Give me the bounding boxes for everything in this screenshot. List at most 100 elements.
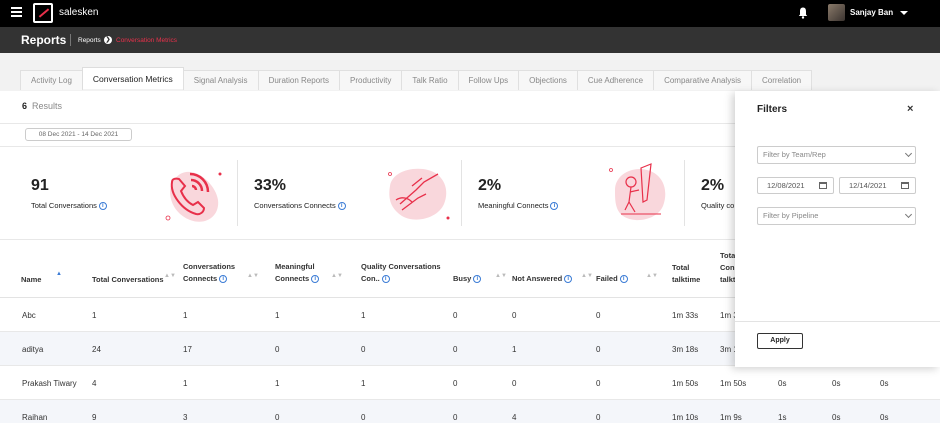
notification-bell-icon[interactable] <box>798 7 808 19</box>
metric-value: 91 <box>31 177 49 194</box>
cell-quality-conversations: 1 <box>361 311 366 320</box>
tab-signal-analysis[interactable]: Signal Analysis <box>182 70 259 90</box>
cell-busy: 0 <box>453 345 458 354</box>
metric-value: 2% <box>701 177 725 194</box>
cell-total-conversations: 4 <box>92 379 97 388</box>
col-header-not-answered[interactable]: Not Answered i <box>512 273 573 285</box>
sort-icon[interactable]: ▲▼ <box>247 273 259 279</box>
chevron-down-icon <box>904 210 913 219</box>
cell-failed: 0 <box>596 345 601 354</box>
cell-quality-conversations: 1 <box>361 379 366 388</box>
cell-not-answered: 4 <box>512 413 517 422</box>
cell-total-conversations: 24 <box>92 345 101 354</box>
sort-icon[interactable]: ▲▼ <box>646 273 658 279</box>
breadcrumb-reports[interactable]: Reports <box>78 37 101 44</box>
cell-not-answered: 0 <box>512 379 517 388</box>
cell-connects-talktime: 1m 50s <box>720 379 747 388</box>
tab-productivity[interactable]: Productivity <box>339 70 403 90</box>
user-name[interactable]: Sanjay Ban <box>850 8 893 17</box>
cell-failed: 0 <box>596 379 601 388</box>
cell-conversations-connects: 17 <box>183 345 192 354</box>
filters-title: Filters <box>757 104 788 115</box>
chevron-down-icon[interactable] <box>900 11 908 15</box>
sort-icon[interactable]: ▲▼ <box>581 273 593 279</box>
top-navbar: salesken Sanjay Ban <box>0 0 940 27</box>
cell-total-talktime: 1m 33s <box>672 311 699 320</box>
sort-icon[interactable]: ▲▼ <box>495 273 507 279</box>
col-header-failed[interactable]: Failed i <box>596 273 628 285</box>
info-icon[interactable]: i <box>311 275 320 284</box>
filters-panel: Filters × Filter by Team/Rep 12/08/2021 … <box>735 91 940 367</box>
info-icon[interactable]: i <box>98 202 107 211</box>
date-to-input[interactable]: 12/14/2021 <box>839 177 916 194</box>
tab-duration-reports[interactable]: Duration Reports <box>257 70 341 90</box>
cell-name[interactable]: Abc <box>22 311 36 320</box>
cell-total-talktime: 1m 10s <box>672 413 699 422</box>
col-header-quality-conversations[interactable]: Quality Conversations Con.. i <box>361 261 441 285</box>
cell-extra-1: 0s <box>778 379 787 388</box>
col-header-total-conversations[interactable]: Total Conversations <box>92 274 164 286</box>
table-row[interactable]: Prakash Tiwary 4 1 1 1 0 0 0 1m 50s 1m 5… <box>0 366 940 400</box>
cell-meaningful-connects: 0 <box>275 345 280 354</box>
tab-talk-ratio[interactable]: Talk Ratio <box>401 70 459 90</box>
cell-meaningful-connects: 1 <box>275 311 280 320</box>
date-from-input[interactable]: 12/08/2021 <box>757 177 834 194</box>
cell-name[interactable]: Prakash Tiwary <box>22 379 77 388</box>
header-divider <box>70 34 71 46</box>
cell-total-conversations: 9 <box>92 413 97 422</box>
team-rep-select[interactable]: Filter by Team/Rep <box>757 146 916 164</box>
cell-name[interactable]: aditya <box>22 345 43 354</box>
chevron-down-icon <box>904 149 913 158</box>
tab-objections[interactable]: Objections <box>518 70 578 90</box>
cell-meaningful-connects: 1 <box>275 379 280 388</box>
cell-busy: 0 <box>453 379 458 388</box>
apply-button[interactable]: Apply <box>757 333 803 349</box>
cell-busy: 0 <box>453 413 458 422</box>
cell-conversations-connects: 3 <box>183 413 188 422</box>
tab-comparative-analysis[interactable]: Comparative Analysis <box>653 70 752 90</box>
close-icon[interactable]: × <box>907 103 913 115</box>
cell-quality-conversations: 0 <box>361 345 366 354</box>
info-icon[interactable]: i <box>381 275 390 284</box>
tab-conversation-metrics[interactable]: Conversation Metrics <box>81 67 184 89</box>
cell-extra-2: 0s <box>832 379 841 388</box>
info-icon[interactable]: i <box>473 275 482 284</box>
divider <box>0 239 735 240</box>
metric-value: 2% <box>478 177 502 194</box>
info-icon[interactable]: i <box>619 275 628 284</box>
info-icon[interactable]: i <box>550 202 559 211</box>
pencil-drawing-illustration <box>609 163 666 221</box>
info-icon[interactable]: i <box>564 275 573 284</box>
cell-name[interactable]: Raihan <box>22 413 47 422</box>
col-header-total-talktime[interactable]: Total talktime <box>672 262 700 286</box>
metric-label: Conversations Connects i <box>254 201 346 211</box>
sort-icon[interactable]: ▲▼ <box>331 273 343 279</box>
info-icon[interactable]: i <box>219 275 228 284</box>
info-icon[interactable]: i <box>337 202 346 211</box>
pipeline-select[interactable]: Filter by Pipeline <box>757 207 916 225</box>
menu-icon[interactable] <box>11 7 22 17</box>
report-tabs: Activity Log Conversation Metrics Signal… <box>20 67 813 91</box>
col-header-name[interactable]: Name <box>21 274 41 286</box>
avatar[interactable] <box>828 4 845 21</box>
metric-divider <box>237 160 238 226</box>
tab-activity-log[interactable]: Activity Log <box>20 70 83 90</box>
table-row[interactable]: Raihan 9 3 0 0 0 4 0 1m 10s 1m 9s 1s 0s … <box>0 400 940 423</box>
col-header-busy[interactable]: Busy i <box>453 273 482 285</box>
calendar-icon[interactable] <box>901 182 909 189</box>
sort-icon[interactable]: ▲▼ <box>164 273 176 279</box>
date-to-value: 12/14/2021 <box>849 181 887 190</box>
date-range-chip[interactable]: 08 Dec 2021 - 14 Dec 2021 <box>25 128 132 141</box>
col-header-conversations-connects[interactable]: Conversations Connects i <box>183 261 235 285</box>
tab-follow-ups[interactable]: Follow Ups <box>457 70 520 90</box>
tab-correlation[interactable]: Correlation <box>750 70 813 90</box>
cell-busy: 0 <box>453 311 458 320</box>
breadcrumb-chevron-icon: ❯ <box>104 36 112 44</box>
divider <box>0 123 735 124</box>
results-number: 6 <box>22 101 28 111</box>
calendar-icon[interactable] <box>819 182 827 189</box>
col-header-meaningful-connects[interactable]: Meaningful Connects i <box>275 261 320 285</box>
tab-cue-adherence[interactable]: Cue Adherence <box>576 70 655 90</box>
salesken-logo[interactable] <box>33 3 53 23</box>
sort-asc-icon[interactable]: ▲ <box>56 271 62 277</box>
